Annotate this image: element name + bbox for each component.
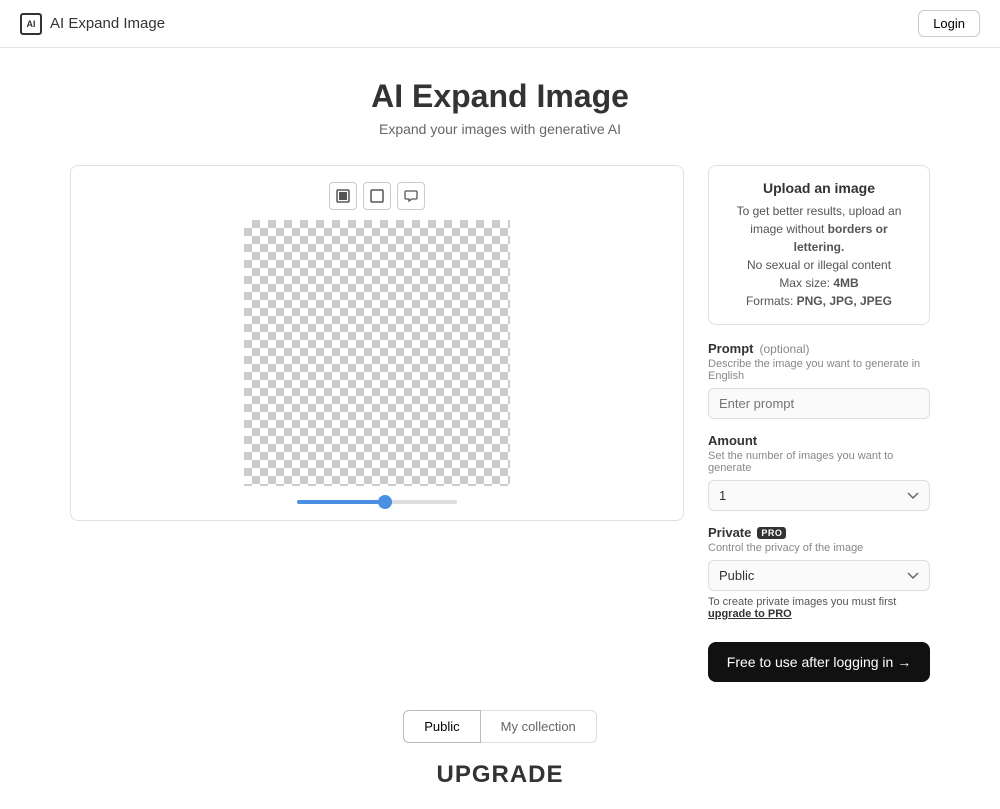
upload-info-box: Upload an image To get better results, u… bbox=[708, 165, 930, 325]
login-button[interactable]: Login bbox=[918, 10, 980, 37]
prompt-sublabel: Describe the image you want to generate … bbox=[708, 358, 930, 382]
zoom-slider-container bbox=[87, 500, 667, 504]
image-canvas[interactable] bbox=[244, 220, 510, 486]
tab-my-collection[interactable]: My collection bbox=[481, 710, 597, 743]
expand-icon bbox=[336, 189, 350, 203]
cta-button[interactable]: Free to use after logging in → bbox=[708, 642, 930, 682]
header: AI AI Expand Image Login bbox=[0, 0, 1000, 48]
private-sublabel: Control the privacy of the image bbox=[708, 542, 930, 554]
zoom-slider-track[interactable] bbox=[297, 500, 457, 504]
prompt-group: Prompt (optional) Describe the image you… bbox=[708, 341, 930, 419]
page-subtitle: Expand your images with generative AI bbox=[70, 121, 930, 137]
main-content: AI Expand Image Expand your images with … bbox=[50, 48, 950, 809]
crop-tool-button[interactable] bbox=[363, 182, 391, 210]
content-row: Upload an image To get better results, u… bbox=[70, 165, 930, 682]
prompt-label: Prompt (optional) bbox=[708, 341, 930, 356]
upgrade-section: UPGRADE bbox=[70, 761, 930, 789]
upgrade-title: UPGRADE bbox=[70, 761, 930, 789]
upload-description: To get better results, upload an image w… bbox=[725, 202, 913, 310]
tabs-row: Public My collection bbox=[70, 710, 930, 743]
zoom-slider-thumb[interactable] bbox=[378, 495, 392, 509]
amount-select[interactable]: 1 2 3 4 bbox=[708, 480, 930, 511]
comment-icon bbox=[404, 189, 418, 203]
privacy-select[interactable]: Public Private bbox=[708, 560, 930, 591]
private-group: Private PRO Control the privacy of the i… bbox=[708, 525, 930, 620]
crop-icon bbox=[370, 189, 384, 203]
toolbar bbox=[87, 182, 667, 210]
prompt-input[interactable] bbox=[708, 388, 930, 419]
upload-title: Upload an image bbox=[725, 180, 913, 196]
zoom-slider-fill bbox=[297, 500, 385, 504]
amount-group: Amount Set the number of images you want… bbox=[708, 433, 930, 511]
logo-icon: AI bbox=[20, 13, 42, 35]
private-label: Private PRO bbox=[708, 525, 930, 540]
right-panel: Upload an image To get better results, u… bbox=[708, 165, 930, 682]
left-panel bbox=[70, 165, 684, 521]
amount-label: Amount bbox=[708, 433, 930, 448]
expand-tool-button[interactable] bbox=[329, 182, 357, 210]
logo: AI AI Expand Image bbox=[20, 13, 165, 35]
upgrade-link[interactable]: upgrade to PRO bbox=[708, 608, 792, 620]
upgrade-note: To create private images you must first … bbox=[708, 596, 930, 620]
optional-text: (optional) bbox=[760, 342, 810, 356]
amount-sublabel: Set the number of images you want to gen… bbox=[708, 450, 930, 474]
app-title: AI Expand Image bbox=[50, 15, 165, 32]
comment-tool-button[interactable] bbox=[397, 182, 425, 210]
tab-public[interactable]: Public bbox=[403, 710, 480, 743]
page-title: AI Expand Image bbox=[70, 78, 930, 115]
pro-badge: PRO bbox=[757, 527, 786, 539]
